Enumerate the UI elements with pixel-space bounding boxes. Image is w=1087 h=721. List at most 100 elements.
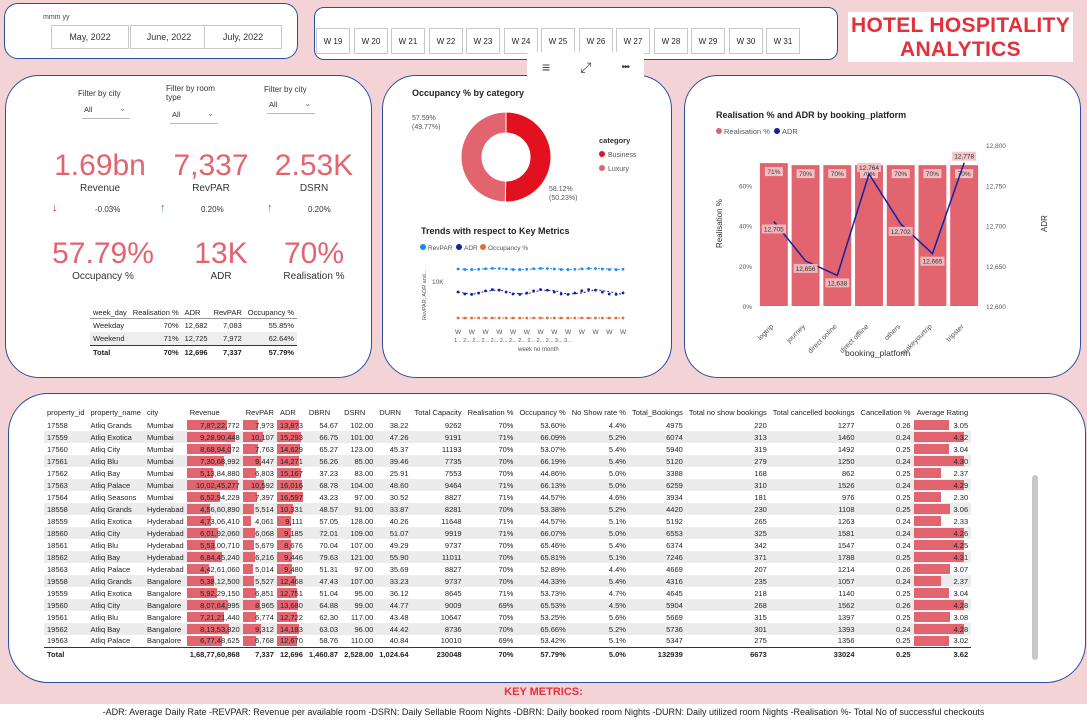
table-cell: 44.86% xyxy=(540,468,566,478)
table-cell: 44.77 xyxy=(376,599,412,611)
cell-text: 6,768 xyxy=(255,636,274,646)
table-row[interactable]: 18559 Atliq Exotica Hyderabad 4,73,06,410 4,… xyxy=(44,515,971,527)
column-header[interactable]: Total no show bookings xyxy=(686,405,770,419)
data-bar xyxy=(242,528,255,538)
trends-point xyxy=(573,291,577,295)
cell-text: 5,13,84,880 xyxy=(200,468,240,478)
weekday-table: week_day Realisation % ADR RevPAR Occupa… xyxy=(90,307,298,359)
table-cell: 313 xyxy=(685,431,770,443)
column-header[interactable]: property_name xyxy=(88,405,144,419)
table-row[interactable]: 18561 Atliq Blu Hyderabad 5,53,00,710 5,679 8… xyxy=(44,539,971,551)
table-row[interactable]: 17558 Atliq Grands Mumbai 7,8?,22,772 7,9?3 1… xyxy=(44,419,971,431)
column-header[interactable]: Revenue xyxy=(187,405,243,419)
week-option[interactable]: W 21 xyxy=(391,28,425,54)
table-cell: 19562 xyxy=(44,623,88,635)
week-option[interactable]: W 23 xyxy=(466,28,500,54)
column-header[interactable]: ADR xyxy=(277,405,306,419)
table-row[interactable]: 17561 Atliq Blu Mumbai 7,30,68,992 9,447 14,2… xyxy=(44,455,972,467)
column-header[interactable]: ADR xyxy=(181,307,211,319)
table-row[interactable]: 19560 Atliq City Bangalore 8,07,64,995 8,965… xyxy=(44,599,972,611)
week-option[interactable]: W 28 xyxy=(654,28,688,54)
data-bar xyxy=(242,516,251,526)
column-header[interactable]: Occupancy % xyxy=(516,405,568,419)
column-header[interactable]: Cancellation % xyxy=(858,405,914,419)
trends-legend-dot xyxy=(420,244,426,250)
filter-room-type-dropdown[interactable]: All ⌄ xyxy=(170,109,218,124)
filter-city-dropdown[interactable]: All ⌄ xyxy=(82,104,130,119)
table-cell: 40.84 xyxy=(389,636,409,646)
table-cell: 230 xyxy=(685,503,770,515)
column-header[interactable]: RevPAR xyxy=(243,405,277,419)
table-row[interactable]: 18563 Atliq Palace Hyderabad 4,42,61,060 5,0… xyxy=(44,563,971,575)
column-header[interactable]: DSRN xyxy=(341,405,376,419)
filter-city-2-dropdown[interactable]: All ⌄ xyxy=(267,99,315,114)
week-option[interactable]: W 27 xyxy=(616,28,650,54)
donut-label-business: 58.12% xyxy=(549,186,573,193)
table-cell: 207 xyxy=(754,564,767,574)
table-row[interactable]: 18562 Atliq Bay Hyderabad 6,84,45,240 6,216 9… xyxy=(44,551,972,563)
column-header[interactable]: No Show rate % xyxy=(569,405,629,419)
table-row[interactable]: 19563 Atliq Palace Bangalore 6,77,48,625 6,7… xyxy=(44,635,971,647)
column-header[interactable]: week_day xyxy=(90,307,130,319)
more-options-icon[interactable]: ••• xyxy=(621,62,629,73)
table-row[interactable]: Weekday 70% 12,682 7,083 55.85% xyxy=(90,319,297,333)
column-header[interactable]: Realisation % xyxy=(465,405,517,419)
column-header[interactable]: DBRN xyxy=(306,405,341,419)
trends-point xyxy=(566,268,570,271)
column-header[interactable]: DURN xyxy=(376,405,411,419)
column-header[interactable]: Total cancelled bookings xyxy=(770,405,858,419)
week-option[interactable]: W 20 xyxy=(354,28,388,54)
week-option[interactable]: W 30 xyxy=(729,28,763,54)
table-cell: 3.05 xyxy=(913,419,972,431)
column-header[interactable]: Total_Bookings xyxy=(629,405,686,419)
table-row[interactable]: 19558 Atliq Grands Bangalore 5,38,12,500 5,5… xyxy=(44,575,972,587)
trends-point xyxy=(532,289,536,293)
column-header[interactable]: Realisation % xyxy=(129,307,182,319)
column-header[interactable]: Total Capacity xyxy=(412,405,465,419)
table-cell: 6,216 xyxy=(242,551,277,563)
week-option[interactable]: W 26 xyxy=(579,28,613,54)
table-cell: 6074 xyxy=(628,431,686,443)
week-option[interactable]: W 19 xyxy=(316,28,350,54)
month-option-july[interactable]: July, 2022 xyxy=(204,25,282,49)
table-row[interactable]: 17564 Atliq Seasons Mumbai 6,52,94,229 7,397… xyxy=(44,491,971,503)
trends-point xyxy=(607,292,611,296)
table-row[interactable]: 19562 Atliq Bay Bangalore 8,13,53,820 9,312 1… xyxy=(44,623,972,635)
month-option-may[interactable]: May, 2022 xyxy=(51,25,129,49)
table-cell: 14,629 xyxy=(276,443,306,455)
table-row[interactable]: Weekend 71% 12,725 7,972 62.64% xyxy=(90,332,298,346)
table-row[interactable]: 18560 Atliq City Hyderabad 6,01,92,060 6,068… xyxy=(44,527,972,539)
table-row[interactable]: 17560 Atliq City Mumbai 8,68,94,072 7,763 14,… xyxy=(44,443,971,455)
table-row[interactable]: 17562 Atliq Bay Mumbai 5,13,84,880 6,803 15,1… xyxy=(44,467,971,479)
week-option[interactable]: W 22 xyxy=(429,28,463,54)
month-option-june[interactable]: June, 2022 xyxy=(130,25,208,49)
column-header[interactable]: property_id xyxy=(44,405,88,419)
filter-icon[interactable]: ≡ xyxy=(542,59,550,75)
right-axis-label: ADR xyxy=(1040,215,1049,232)
week-option[interactable]: W 24 xyxy=(504,28,538,54)
kpi-dsrn-change: 0.20% xyxy=(308,205,331,214)
table-scrollbar[interactable] xyxy=(1032,475,1038,660)
table-row[interactable]: 18558 Atliq Grands Hyderabad 4,56,60,890 5,5… xyxy=(44,503,972,515)
column-header[interactable]: RevPAR xyxy=(210,307,245,319)
week-option[interactable]: W 29 xyxy=(691,28,725,54)
week-option[interactable]: W 31 xyxy=(766,28,800,54)
table-cell: 7735 xyxy=(411,455,465,467)
column-header[interactable]: city xyxy=(144,405,187,419)
table-cell: 95.00 xyxy=(354,588,374,598)
column-header[interactable]: Occupancy % xyxy=(244,307,298,319)
table-cell: 5.4% xyxy=(568,575,629,587)
cell-text: 4,73,06,410 xyxy=(200,516,240,526)
trends-point xyxy=(539,316,542,320)
table-row[interactable]: 19559 Atliq Exotica Bangalore 5,92,29,150 6,… xyxy=(44,587,971,599)
focus-mode-icon[interactable]: ⤢ xyxy=(580,59,591,76)
table-row[interactable]: 19561 Atliq Blu Bangalore 7,21,21,440 6,774 1… xyxy=(44,611,971,623)
table-row[interactable]: 17559 Atliq Exotica Mumbai 9,28,90,448 10,10… xyxy=(44,431,972,443)
week-option[interactable]: W 25 xyxy=(541,28,575,54)
table-row[interactable]: 17563 Atliq Palace Mumbai 10,02,45,277 10,59… xyxy=(44,479,972,491)
cell-text: 9,446 xyxy=(284,552,303,562)
cell-text: 5,679 xyxy=(255,540,274,550)
column-header[interactable]: Average Rating xyxy=(914,405,972,419)
table-cell: 79.63 xyxy=(305,551,342,563)
legend-dot-adr xyxy=(774,128,780,134)
